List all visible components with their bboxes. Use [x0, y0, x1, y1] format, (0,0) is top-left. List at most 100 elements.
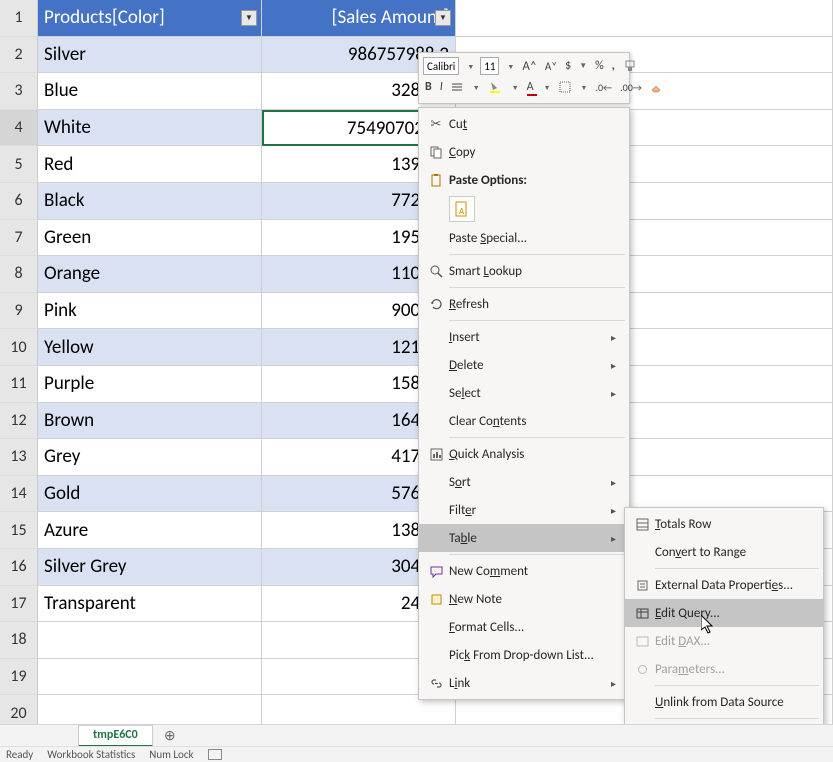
empty-cell[interactable]: [456, 0, 833, 37]
row-header[interactable]: 6: [0, 183, 38, 220]
macro-record-icon[interactable]: [208, 749, 222, 760]
table-cell[interactable]: Transparent: [38, 586, 262, 623]
empty-cell[interactable]: [38, 659, 262, 696]
ctx-refresh[interactable]: Refresh: [419, 290, 629, 318]
ctx-new-comment[interactable]: New Comment: [419, 557, 629, 585]
format-painter-icon[interactable]: [621, 57, 639, 75]
ctx-insert[interactable]: Insert▸: [419, 323, 629, 351]
parameters-icon: [629, 663, 655, 676]
filter-dropdown-icon[interactable]: ▼: [435, 10, 451, 26]
ctx-sort[interactable]: Sort▸: [419, 468, 629, 496]
paste-option-keep-source[interactable]: A: [449, 196, 475, 222]
font-name-input[interactable]: Calibri: [423, 57, 459, 75]
empty-cell[interactable]: [38, 622, 262, 659]
align-dropdown[interactable]: ▼: [469, 78, 482, 96]
row-header[interactable]: 17: [0, 586, 38, 623]
table-cell[interactable]: Black: [38, 183, 262, 220]
ctx-table[interactable]: Table▸: [419, 524, 629, 552]
increase-font-icon[interactable]: A˄: [520, 57, 539, 75]
table-cell[interactable]: Green: [38, 220, 262, 257]
ctx-delete[interactable]: Delete▸: [419, 351, 629, 379]
sub-external-data[interactable]: External Data Properties...: [625, 571, 823, 599]
table-cell[interactable]: Gold: [38, 476, 262, 513]
clear-format-icon[interactable]: [648, 78, 664, 96]
table-header[interactable]: [Sales Amount]▼: [262, 0, 456, 37]
ctx-cut[interactable]: ✂ Cut: [419, 110, 629, 138]
percent-icon[interactable]: %: [593, 57, 606, 75]
row-header[interactable]: 4: [0, 110, 38, 147]
font-size-dropdown[interactable]: ▼: [503, 57, 516, 75]
table-cell[interactable]: Grey: [38, 439, 262, 476]
sub-edit-query[interactable]: Edit Query...: [625, 599, 823, 627]
ctx-format-cells[interactable]: Format Cells...: [419, 613, 629, 641]
ctx-new-note[interactable]: New Note: [419, 585, 629, 613]
sub-totals-row[interactable]: Totals Row: [625, 510, 823, 538]
row-header[interactable]: 16: [0, 549, 38, 586]
properties-icon: [629, 579, 655, 592]
ctx-clear-contents[interactable]: Clear Contents: [419, 407, 629, 435]
ctx-select[interactable]: Select▸: [419, 379, 629, 407]
row-header[interactable]: 19: [0, 659, 38, 696]
row-header[interactable]: 12: [0, 403, 38, 440]
row-header[interactable]: 7: [0, 220, 38, 257]
filter-dropdown-icon[interactable]: ▼: [241, 10, 257, 26]
sub-convert-range[interactable]: Convert to Range: [625, 538, 823, 566]
ctx-smart-lookup[interactable]: Smart Lookup: [419, 257, 629, 285]
row-header[interactable]: 10: [0, 329, 38, 366]
row-header[interactable]: 5: [0, 146, 38, 183]
sub-unlink[interactable]: Unlink from Data Source: [625, 688, 823, 716]
row-header[interactable]: 8: [0, 256, 38, 293]
table-cell[interactable]: White: [38, 110, 262, 147]
table-cell[interactable]: Yellow: [38, 329, 262, 366]
table-cell[interactable]: Red: [38, 146, 262, 183]
font-color-icon[interactable]: A: [525, 78, 536, 96]
row-header[interactable]: 2: [0, 37, 38, 74]
bold-icon[interactable]: B: [423, 78, 434, 96]
ctx-copy[interactable]: Copy: [419, 138, 629, 166]
fill-color-icon[interactable]: [486, 78, 504, 96]
row-header[interactable]: 3: [0, 73, 38, 110]
status-wb-stats[interactable]: Workbook Statistics: [47, 748, 135, 761]
svg-text:A: A: [459, 206, 465, 217]
italic-icon[interactable]: I: [438, 78, 445, 96]
table-header[interactable]: Products[Color]▼: [38, 0, 262, 37]
ctx-pick-list[interactable]: Pick From Drop-down List...: [419, 641, 629, 669]
accounting-format-icon[interactable]: $: [563, 57, 573, 75]
fill-color-dropdown[interactable]: ▼: [508, 78, 521, 96]
refresh-icon: [423, 298, 449, 311]
ctx-quick-analysis[interactable]: Quick Analysis: [419, 440, 629, 468]
table-cell[interactable]: Silver: [38, 37, 262, 74]
font-color-dropdown[interactable]: ▼: [540, 78, 553, 96]
ctx-link[interactable]: Link▸: [419, 669, 629, 697]
row-header[interactable]: 18: [0, 622, 38, 659]
row-header[interactable]: 11: [0, 366, 38, 403]
table-cell[interactable]: Brown: [38, 403, 262, 440]
table-cell[interactable]: Orange: [38, 256, 262, 293]
add-sheet-button[interactable]: ⊕: [159, 725, 181, 747]
percent-format-icon[interactable]: ▼: [577, 57, 589, 75]
ctx-paste-special[interactable]: Paste Special...: [419, 224, 629, 252]
sheet-tab-active[interactable]: tmpE6C0: [78, 725, 153, 747]
table-cell[interactable]: Silver Grey: [38, 549, 262, 586]
underline-icon[interactable]: [449, 78, 465, 96]
row-header[interactable]: 14: [0, 476, 38, 513]
row-header[interactable]: 13: [0, 439, 38, 476]
comma-style-icon[interactable]: ,: [610, 57, 617, 75]
row-header[interactable]: 1: [0, 0, 38, 37]
borders-dropdown[interactable]: ▼: [577, 78, 590, 96]
sub-parameters: Parameters...: [625, 655, 823, 683]
table-cell[interactable]: Blue: [38, 73, 262, 110]
table-cell[interactable]: Azure: [38, 512, 262, 549]
ctx-filter[interactable]: Filter▸: [419, 496, 629, 524]
font-name-dropdown[interactable]: ▼: [463, 57, 476, 75]
row-header[interactable]: 9: [0, 293, 38, 330]
decrease-decimal-icon[interactable]: .0←: [593, 78, 614, 96]
font-size-input[interactable]: 11: [480, 57, 499, 75]
row-header[interactable]: 15: [0, 512, 38, 549]
increase-decimal-icon[interactable]: .00→: [618, 78, 644, 96]
table-cell[interactable]: Purple: [38, 366, 262, 403]
borders-icon[interactable]: [557, 78, 573, 96]
copy-icon: [423, 145, 449, 159]
table-cell[interactable]: Pink: [38, 293, 262, 330]
decrease-font-icon[interactable]: A˅: [543, 57, 559, 75]
